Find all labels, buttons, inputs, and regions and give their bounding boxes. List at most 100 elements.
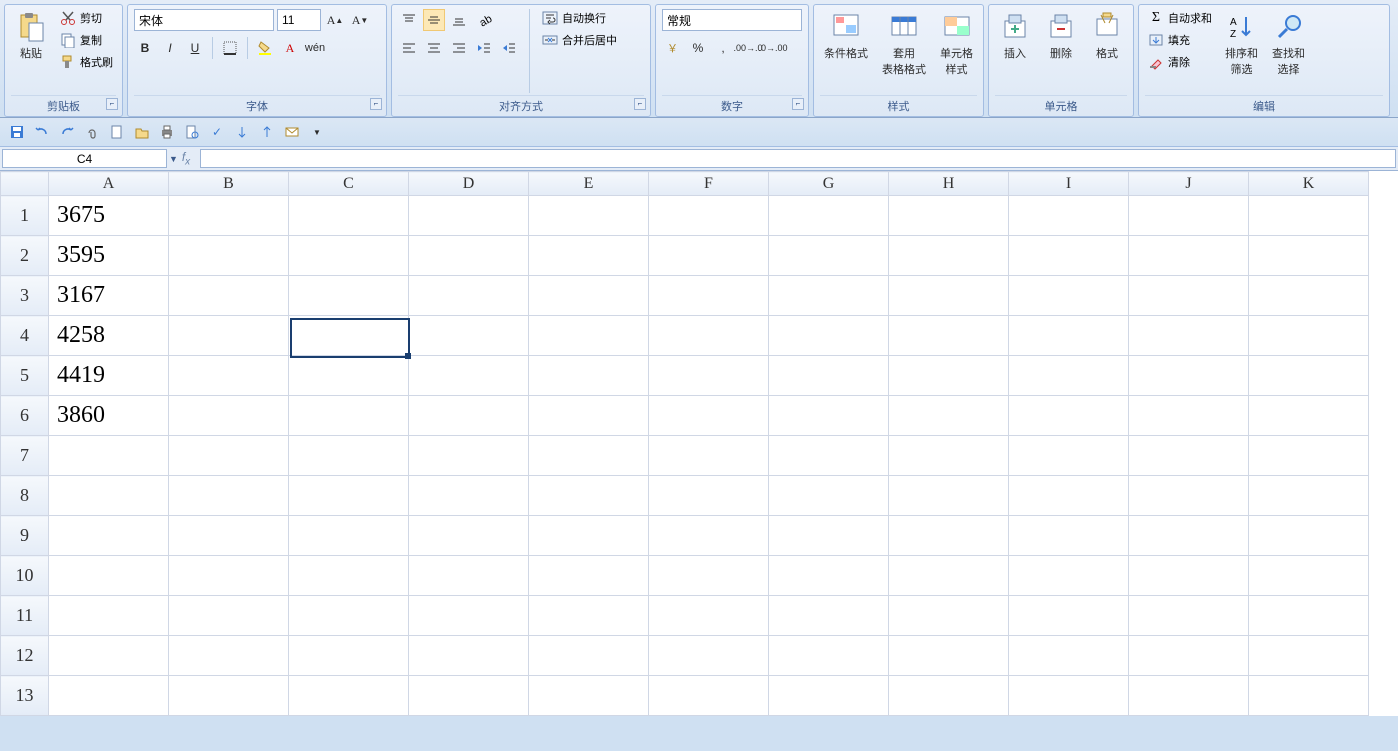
cell[interactable] — [1249, 356, 1369, 396]
cell[interactable] — [769, 276, 889, 316]
qat-spell-button[interactable]: ✓ — [206, 121, 228, 143]
conditional-format-button[interactable]: 条件格式 — [820, 9, 872, 63]
orientation-button[interactable]: ab — [473, 9, 495, 31]
cell[interactable] — [649, 556, 769, 596]
italic-button[interactable]: I — [159, 37, 181, 59]
cell[interactable] — [1129, 436, 1249, 476]
cell[interactable] — [1129, 596, 1249, 636]
cell[interactable] — [1009, 196, 1129, 236]
cell[interactable] — [1249, 516, 1369, 556]
cell[interactable] — [889, 316, 1009, 356]
name-box[interactable] — [2, 149, 167, 168]
column-header[interactable]: F — [649, 172, 769, 196]
fill-button[interactable]: 填充 — [1145, 31, 1215, 49]
cell[interactable] — [649, 516, 769, 556]
qat-open-button[interactable] — [131, 121, 153, 143]
cell[interactable] — [49, 636, 169, 676]
cell[interactable] — [649, 476, 769, 516]
cell[interactable] — [289, 596, 409, 636]
cell[interactable] — [1249, 436, 1369, 476]
qat-redo-button[interactable] — [56, 121, 78, 143]
cell[interactable] — [169, 316, 289, 356]
number-launcher[interactable]: ⌐ — [792, 98, 804, 110]
cell[interactable] — [1009, 636, 1129, 676]
increase-decimal-button[interactable]: .00→.0 — [737, 37, 759, 59]
qat-preview-button[interactable] — [181, 121, 203, 143]
cell[interactable] — [289, 516, 409, 556]
cell[interactable] — [769, 596, 889, 636]
cell[interactable] — [529, 436, 649, 476]
cell[interactable] — [529, 596, 649, 636]
format-as-table-button[interactable]: 套用 表格格式 — [878, 9, 930, 79]
row-header[interactable]: 2 — [1, 236, 49, 276]
column-header[interactable]: K — [1249, 172, 1369, 196]
qat-new-button[interactable] — [106, 121, 128, 143]
cell[interactable] — [649, 276, 769, 316]
autosum-button[interactable]: Σ 自动求和 — [1145, 9, 1215, 27]
cell[interactable] — [49, 676, 169, 716]
fx-button[interactable]: fx — [176, 150, 196, 167]
cell[interactable] — [529, 196, 649, 236]
cell[interactable] — [169, 436, 289, 476]
delete-cells-button[interactable]: 删除 — [1041, 9, 1081, 63]
accounting-format-button[interactable]: ￥ — [662, 37, 684, 59]
formula-input[interactable] — [200, 149, 1396, 168]
cell[interactable] — [409, 196, 529, 236]
cell[interactable] — [1129, 396, 1249, 436]
cell[interactable] — [169, 516, 289, 556]
font-launcher[interactable]: ⌐ — [370, 98, 382, 110]
cell[interactable] — [409, 316, 529, 356]
cell[interactable] — [409, 516, 529, 556]
cell[interactable] — [769, 676, 889, 716]
alignment-launcher[interactable]: ⌐ — [634, 98, 646, 110]
cell[interactable] — [889, 516, 1009, 556]
cell[interactable] — [1249, 316, 1369, 356]
cell[interactable] — [889, 356, 1009, 396]
cell[interactable] — [1129, 476, 1249, 516]
border-button[interactable] — [219, 37, 241, 59]
cell[interactable] — [1249, 196, 1369, 236]
cell[interactable] — [769, 636, 889, 676]
font-name-combo[interactable] — [134, 9, 274, 31]
cell[interactable] — [529, 636, 649, 676]
cell[interactable] — [769, 476, 889, 516]
cell[interactable] — [409, 436, 529, 476]
cell[interactable] — [1009, 476, 1129, 516]
align-center-button[interactable] — [423, 37, 445, 59]
column-header[interactable]: B — [169, 172, 289, 196]
increase-indent-button[interactable] — [498, 37, 520, 59]
cell[interactable] — [1129, 516, 1249, 556]
cell[interactable] — [1129, 316, 1249, 356]
cell[interactable] — [1129, 676, 1249, 716]
cell[interactable] — [1009, 436, 1129, 476]
cell[interactable] — [769, 316, 889, 356]
fill-color-button[interactable] — [254, 37, 276, 59]
cell[interactable] — [769, 516, 889, 556]
format-painter-button[interactable]: 格式刷 — [57, 53, 116, 71]
row-header[interactable]: 11 — [1, 596, 49, 636]
cell[interactable] — [1249, 396, 1369, 436]
cell[interactable] — [1249, 236, 1369, 276]
row-header[interactable]: 12 — [1, 636, 49, 676]
cell[interactable] — [409, 636, 529, 676]
underline-button[interactable]: U — [184, 37, 206, 59]
qat-attach-button[interactable] — [81, 121, 103, 143]
cell[interactable] — [769, 356, 889, 396]
row-header[interactable]: 3 — [1, 276, 49, 316]
wrap-text-button[interactable]: 自动换行 — [539, 9, 620, 27]
align-bottom-button[interactable] — [448, 9, 470, 31]
cell[interactable] — [1249, 636, 1369, 676]
cell[interactable] — [889, 436, 1009, 476]
cell[interactable] — [1249, 476, 1369, 516]
cell[interactable] — [1009, 356, 1129, 396]
column-header[interactable]: C — [289, 172, 409, 196]
cell[interactable] — [169, 676, 289, 716]
find-select-button[interactable]: 查找和 选择 — [1268, 9, 1309, 79]
format-cells-button[interactable]: 格式 — [1087, 9, 1127, 63]
qat-print-button[interactable] — [156, 121, 178, 143]
cell[interactable] — [169, 636, 289, 676]
cell[interactable] — [289, 476, 409, 516]
cell[interactable] — [169, 556, 289, 596]
cell[interactable]: 3860 — [49, 396, 169, 436]
cell[interactable] — [529, 516, 649, 556]
